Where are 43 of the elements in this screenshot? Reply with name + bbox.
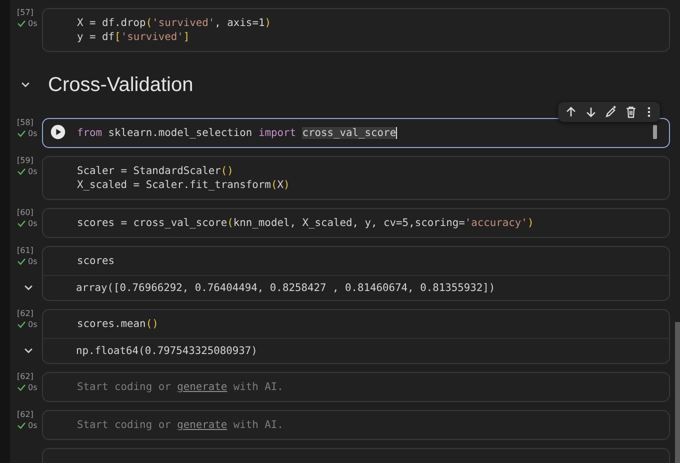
- code-editor[interactable]: X = df.drop('survived', axis=1) y = df['survived']: [43, 9, 669, 51]
- code-editor[interactable]: scores.mean(): [43, 310, 669, 338]
- chevron-icon[interactable]: [24, 285, 33, 291]
- delete-icon[interactable]: [624, 105, 638, 119]
- code-editor[interactable]: scores = cross_val_score(knn_model, X_scaled, y, cv=5,scoring='accuracy'): [43, 209, 669, 237]
- placeholder-text: Start coding or generate with AI.: [77, 419, 284, 431]
- code-cell[interactable]: Start coding or generate with AI.: [42, 372, 670, 402]
- arrow-down-icon[interactable]: [584, 105, 598, 119]
- run-time: 0s: [28, 129, 38, 138]
- cell-output: np.float64(0.797543325080937): [76, 345, 258, 357]
- run-button[interactable]: [50, 124, 66, 140]
- execution-count: [62]: [17, 309, 34, 318]
- chevron-icon[interactable]: [24, 348, 33, 354]
- editor-scrollbar[interactable]: [653, 125, 657, 139]
- arrow-up-icon[interactable]: [564, 105, 578, 119]
- section-heading: Cross-Validation: [48, 74, 194, 96]
- execution-count: [58]: [17, 118, 34, 127]
- run-time: 0s: [28, 320, 38, 329]
- generate-link[interactable]: generate: [177, 419, 228, 431]
- execution-count: [62]: [17, 372, 34, 381]
- run-time: 0s: [28, 421, 38, 430]
- pencil-sparkle-icon[interactable]: [604, 105, 618, 119]
- run-time: 0s: [28, 219, 38, 228]
- code-cell[interactable]: scores.mean() np.float64(0.797543325080937): [42, 309, 670, 364]
- run-time: 0s: [28, 19, 38, 28]
- placeholder-text: Start coding or generate with AI.: [77, 381, 284, 393]
- chevron-icon[interactable]: [20, 82, 30, 88]
- run-time: 0s: [28, 383, 38, 392]
- code-editor[interactable]: scores: [43, 247, 669, 275]
- run-time: 0s: [28, 257, 38, 266]
- execution-count: [62]: [17, 410, 34, 419]
- execution-count: [60]: [17, 208, 34, 217]
- code-editor[interactable]: from sklearn.model_selection import cross_val_score: [43, 119, 669, 147]
- cell-output: array([0.76966292, 0.76404494, 0.8258427 , 0.81460674, 0.81355932]): [76, 282, 496, 294]
- code-cell[interactable]: scores array([0.76966292, 0.76404494, 0.8258427 , 0.81460674, 0.81355932]): [42, 246, 670, 301]
- code-cell[interactable]: Start coding or generate with AI.: [42, 410, 670, 440]
- generate-link[interactable]: generate: [177, 381, 228, 393]
- run-time: 0s: [28, 167, 38, 176]
- scrollbar[interactable]: [675, 322, 680, 463]
- code-editor[interactable]: Scaler = StandardScaler() X_scaled = Scaler.fit_transform(X): [43, 157, 669, 199]
- execution-count: [59]: [17, 156, 34, 165]
- execution-count: [61]: [17, 246, 34, 255]
- execution-count: [57]: [17, 8, 34, 17]
